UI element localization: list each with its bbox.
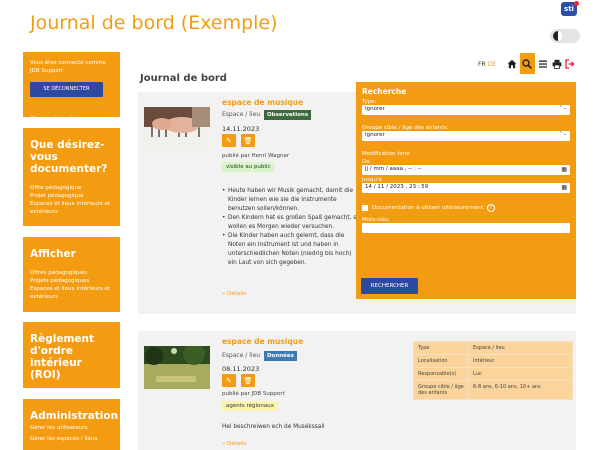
info-key: Responsable(s) [413,367,469,381]
entry-title[interactable]: espace de musique [222,337,303,346]
logout-button[interactable]: SE DÉCONNECTER [30,82,103,97]
print-icon[interactable] [551,58,563,70]
sidebar-link-espaces-list[interactable]: Espaces et lieux intérieurs et extérieur… [30,285,113,301]
info-value: Luc [468,367,573,381]
contrast-icon [553,31,563,41]
search-icon[interactable] [519,53,536,74]
sidebar-link-users[interactable]: Gérer les utilisateurs [30,424,113,432]
help-icon[interactable]: ? [486,204,495,212]
info-value: Espace / lieu [468,341,573,355]
search-panel: Recherche Type: Ignorer Groupe cible / â… [356,82,576,299]
entry-meta: Espace / lieu Observations [222,110,312,120]
info-key: Type [413,341,469,355]
sidebar-link-roi-pdf[interactable]: Ouvrir (PDF) [30,390,113,398]
entry-photo-garden[interactable] [144,343,210,389]
trash-icon: 🗑 [243,136,253,145]
sidebar-document: Que désirez-vous documenter? Offre pédag… [23,128,120,226]
sidebar-admin-heading: Administration [30,410,119,422]
change-password-link[interactable]: Changer le mot de passe [30,116,99,122]
info-value: Intérieur [468,354,573,368]
login-box: Vous êtes connecté comme JDB Support SE … [23,52,120,122]
entry-author: publié par JDB Support [222,391,285,397]
info-key: Localisation [413,354,469,368]
entry-photo-piano[interactable] [144,107,210,150]
toolbar [504,53,576,74]
keywords-input[interactable] [362,223,570,233]
search-button[interactable]: RECHERCHER [361,278,418,294]
search-title: Recherche [362,87,407,96]
info-key: Groupe cible / âge des enfants [413,380,469,400]
entry-meta: Espace / lieu Données [222,351,297,361]
lang-fr[interactable]: FR [478,61,486,68]
entry-bullet: Heute haben wir Musik gemacht, damit die… [222,187,362,214]
visibility-badge: visible au public [222,162,275,172]
home-icon[interactable] [506,58,518,70]
details-link[interactable]: » Détails [222,291,246,297]
entry-date: 14.11.2023 [222,125,260,133]
logout-icon[interactable] [564,58,576,70]
entry-text: Hei beschreiwen ech de Musékssall [222,424,325,430]
from-date-value: jj / mm / aaaa , -- : -- [365,166,422,172]
sidebar-link-projets[interactable]: Projets pédagogiques [30,277,113,285]
entry-date: 08.11.2023 [222,365,260,373]
login-text: Vous êtes connecté comme [30,60,106,66]
sidebar-display: Afficher Offres pédagogiques Projets péd… [23,237,120,312]
entry-tag: Données [263,351,297,361]
sidebar-link-espaces[interactable]: Espaces et lieux intérieurs et extérieur… [30,200,113,216]
sidebar-display-heading: Afficher [30,248,76,260]
entry-text: Heute haben wir Musik gemacht, damit die… [222,187,362,268]
menu-icon[interactable] [537,58,549,70]
calendar-icon[interactable]: ▦ [561,166,567,173]
later-use-checkbox-row: Documentation à utiliser ultérieurement:… [362,204,570,212]
app-title: Journal de bord (Exemple) [30,12,278,34]
page-title: Journal de bord [140,73,227,84]
sidebar-roi-heading: Règlement d'ordre intérieur (ROI) [30,333,94,381]
sidebar-admin: Administration Gérer les utilisateurs Gé… [23,399,120,450]
sidebar-link-offre[interactable]: Offre pédagogique [30,184,113,192]
sidebar-roi: Règlement d'ordre intérieur (ROI) Ouvrir… [23,322,120,397]
later-use-checkbox[interactable] [362,205,368,211]
from-date-input[interactable]: jj / mm / aaaa , -- : -- ▦ [362,165,570,175]
info-row: Localisation Intérieur [413,354,573,368]
sidebar-link-projet[interactable]: Projet pédagogique [30,192,113,200]
lang-de[interactable]: DE [488,61,496,68]
entry-info-table: Type Espace / lieu Localisation Intérieur … [413,341,573,400]
logo: sti [561,1,579,16]
later-use-label: Documentation à utiliser ultérieurement: [372,205,485,211]
entry-tag: Observations [263,110,312,120]
language-switcher: FR DE [478,61,496,68]
info-value: 6-8 ans, 6-10 ans, 10+ ans [468,380,573,400]
visibility-badge: agents régionaux [222,401,279,411]
info-row: Type Espace / lieu [413,341,573,355]
login-user: JDB Support [30,68,64,74]
edit-button[interactable]: ✎ [222,374,236,387]
sidebar-link-spaces-admin[interactable]: Gérer les espaces / lieux [30,435,113,443]
entry-author: publié par Henri Wagner [222,153,290,159]
edit-button[interactable]: ✎ [222,134,236,147]
entry-type: Espace / lieu [222,111,261,118]
mod-time-label: Modification time [362,151,410,157]
sidebar-document-heading: Que désirez-vous documenter? [30,139,108,175]
calendar-icon[interactable]: ▦ [561,184,567,191]
delete-button[interactable]: 🗑 [241,374,255,387]
sidebar-link-offres[interactable]: Offres pédagogiques [30,269,113,277]
entry-title[interactable]: espace de musique [222,98,303,107]
group-select[interactable]: Ignorer [362,131,570,141]
entry-type: Espace / lieu [222,352,261,359]
trash-icon: 🗑 [243,376,253,385]
to-date-input[interactable]: 14 / 11 / 2023 , 23 : 59 ▦ [362,183,570,193]
theme-toggle[interactable] [550,29,580,43]
pencil-icon: ✎ [226,376,232,385]
delete-button[interactable]: 🗑 [241,134,255,147]
entry-bullet: Die Kinder haben auch gelernt, dass die … [222,232,362,268]
info-row: Responsable(s) Luc [413,367,573,381]
type-select[interactable]: Ignorer [362,105,570,115]
to-date-value: 14 / 11 / 2023 , 23 : 59 [365,184,429,190]
entry-bullet: Den Kindern hat es großen Spaß gemacht, … [222,214,362,232]
info-row: Groupe cible / âge des enfants 6-8 ans, 6… [413,380,573,400]
pencil-icon: ✎ [226,136,232,145]
details-link[interactable]: » Détails [222,441,246,447]
